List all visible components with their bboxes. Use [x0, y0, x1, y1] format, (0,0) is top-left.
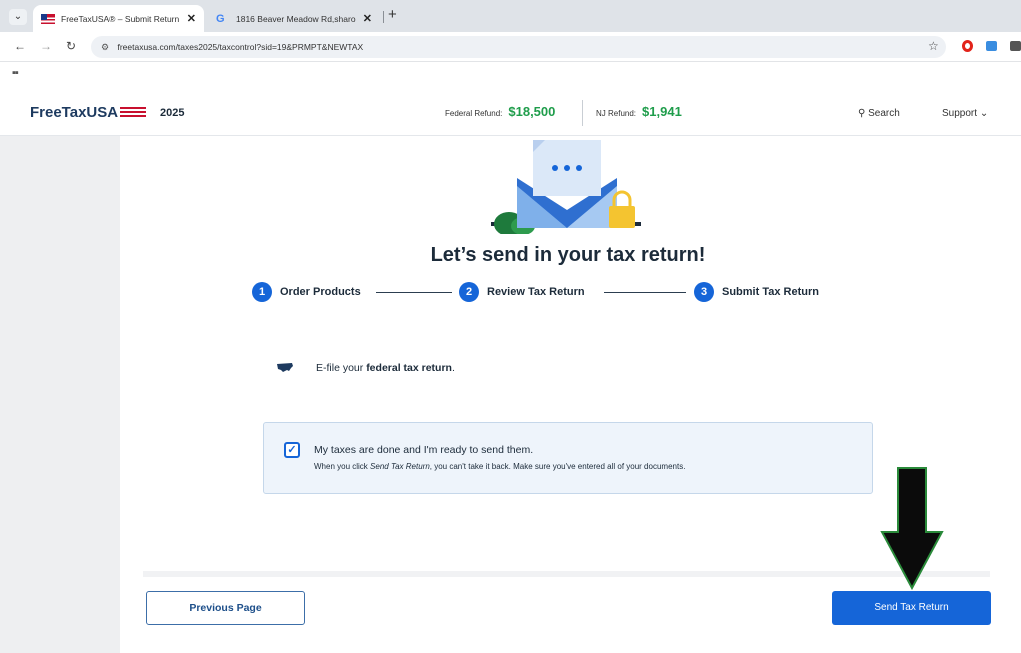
site-header: FreeTaxUSA 2025 Federal Refund: $18,500 …	[0, 88, 1021, 136]
warning-prefix: When you click	[314, 462, 371, 471]
browser-address-bar: ← → ↻ ⚙ freetaxusa.com/taxes2025/taxcont…	[0, 32, 1021, 62]
apps-grid-icon[interactable]: ▪▪	[12, 67, 19, 79]
url-text: freetaxusa.com/taxes2025/taxcontrol?sid=…	[117, 42, 364, 52]
efile-suffix: .	[451, 362, 455, 374]
chevron-down-icon: ⌄	[979, 108, 989, 119]
step-label: Order Products	[280, 286, 361, 298]
step-label: Review Tax Return	[487, 286, 585, 298]
logo-flag-icon	[120, 107, 147, 118]
step-submit-tax-return: 3 Submit Tax Return	[694, 282, 819, 302]
extension-icon[interactable]	[986, 41, 997, 51]
page-title: Let’s send in your tax return!	[430, 244, 706, 266]
step-connector	[604, 292, 686, 293]
federal-refund-amount: $18,500	[508, 104, 556, 119]
browser-tab-bar: ⌄ FreeTaxUSA® – Submit Return ✕ G 1816 B…	[0, 0, 1021, 32]
close-tab-icon[interactable]: ✕	[187, 12, 196, 25]
tab-title: 1816 Beaver Meadow Rd,sharo	[236, 13, 356, 24]
tab-title: FreeTaxUSA® – Submit Return	[61, 13, 180, 24]
bookmarks-bar: ▪▪	[0, 62, 1021, 88]
efile-prefix: E-file your	[316, 362, 367, 374]
envelope-illustration-icon	[491, 140, 641, 234]
freetaxusa-logo[interactable]: FreeTaxUSA	[30, 104, 147, 121]
nj-refund-amount: $1,941	[642, 104, 682, 119]
efile-federal-row: E-file your federal tax return.	[276, 362, 455, 374]
browser-tab-freetaxusa[interactable]: FreeTaxUSA® – Submit Return ✕	[33, 5, 204, 32]
close-tab-icon[interactable]: ✕	[363, 12, 372, 25]
step-number: 2	[459, 282, 479, 302]
nj-refund: NJ Refund: $1,941	[596, 104, 682, 119]
down-arrow-annotation-icon	[880, 467, 944, 590]
step-order-products: 1 Order Products	[252, 282, 361, 302]
step-number: 3	[694, 282, 714, 302]
new-tab-plus-icon[interactable]: +	[388, 6, 397, 23]
tax-year: 2025	[160, 107, 185, 119]
send-tax-return-button[interactable]: Send Tax Return	[832, 591, 991, 625]
browser-tab-maps[interactable]: G 1816 Beaver Meadow Rd,sharo ✕	[208, 5, 380, 32]
efile-bold: federal tax return	[366, 362, 452, 374]
back-arrow-icon[interactable]: ←	[14, 39, 26, 53]
support-label: Support	[942, 108, 978, 119]
confirmation-warning: When you click Send Tax Return, you can'…	[314, 462, 685, 471]
federal-refund-label: Federal Refund:	[445, 109, 503, 118]
warning-emphasis: Send Tax Return	[370, 462, 430, 471]
support-menu[interactable]: Support ⌄	[942, 108, 988, 119]
tab-separator	[383, 11, 384, 23]
step-label: Submit Tax Return	[722, 286, 819, 298]
forward-arrow-icon[interactable]: →	[40, 39, 52, 53]
search-label: Search	[868, 108, 900, 119]
progress-stepper: 1 Order Products 2 Review Tax Return 3 S…	[252, 282, 852, 302]
us-flag-favicon-icon	[41, 13, 55, 24]
search-link[interactable]: ⚲ Search	[858, 108, 900, 119]
step-review-tax-return: 2 Review Tax Return	[459, 282, 585, 302]
tab-search-chevron-icon[interactable]: ⌄	[9, 9, 27, 25]
left-side-panel	[0, 136, 120, 653]
confirmation-box: ✓ My taxes are done and I'm ready to sen…	[263, 422, 873, 494]
us-map-icon	[277, 363, 293, 372]
ready-to-send-checkbox[interactable]: ✓	[284, 442, 300, 458]
warning-suffix: , you can't take it back. Make sure you'…	[429, 462, 686, 471]
reload-icon[interactable]: ↻	[66, 39, 76, 53]
confirmation-text: My taxes are done and I'm ready to send …	[314, 444, 534, 456]
extension-icon[interactable]	[1010, 41, 1021, 51]
bookmark-star-icon[interactable]: ☆	[928, 39, 939, 53]
step-connector	[376, 292, 452, 293]
search-icon: ⚲	[858, 108, 869, 119]
site-info-icon[interactable]: ⚙	[101, 42, 109, 52]
google-favicon-icon: G	[216, 12, 225, 25]
url-input[interactable]: ⚙ freetaxusa.com/taxes2025/taxcontrol?si…	[91, 36, 946, 58]
logo-text: FreeTaxUSA	[30, 104, 119, 121]
federal-refund: Federal Refund: $18,500	[445, 104, 555, 119]
nj-refund-label: NJ Refund:	[596, 109, 637, 118]
opera-extension-icon[interactable]	[962, 40, 973, 52]
footer-divider	[143, 571, 990, 577]
previous-page-button[interactable]: Previous Page	[146, 591, 305, 625]
step-number: 1	[252, 282, 272, 302]
refund-divider	[582, 100, 583, 126]
efile-text: E-file your federal tax return.	[316, 362, 455, 374]
